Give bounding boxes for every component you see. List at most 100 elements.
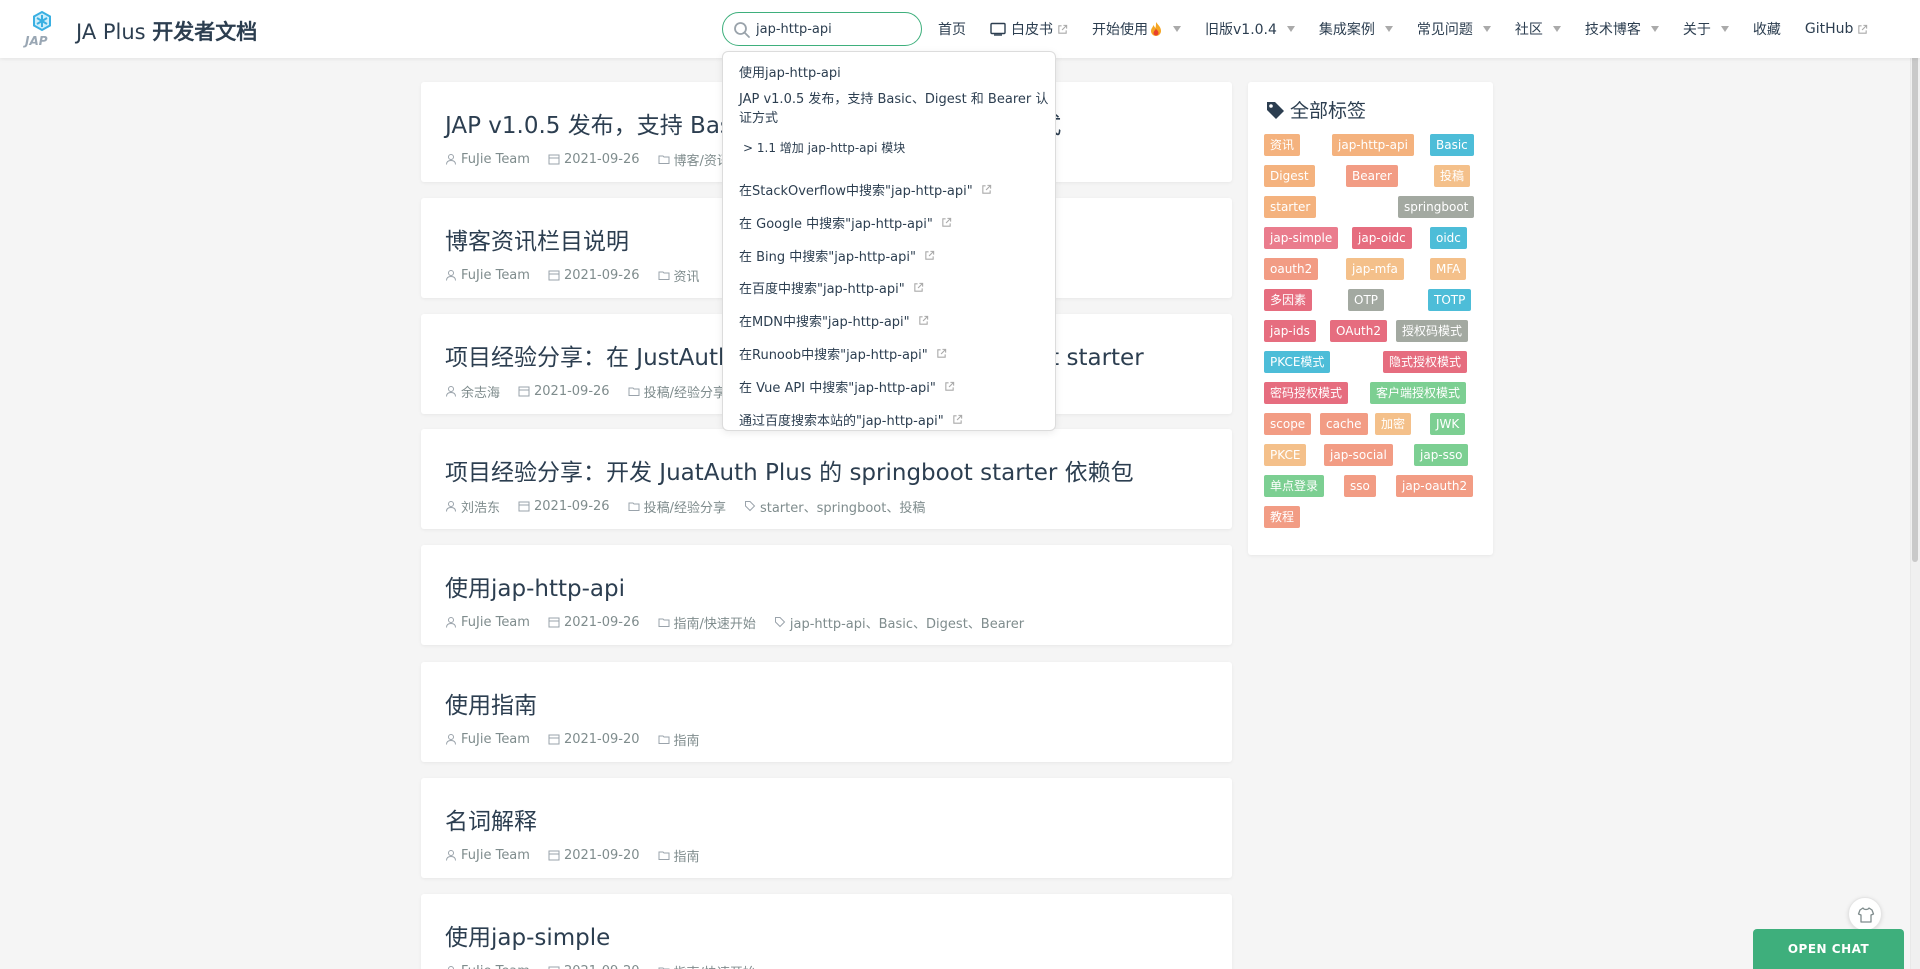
- nav-item[interactable]: 首页: [938, 19, 966, 39]
- tag-chip[interactable]: jap-social: [1324, 444, 1393, 466]
- tag-chip[interactable]: 多因素: [1264, 289, 1313, 311]
- site-logo[interactable]: JAP: [22, 10, 62, 48]
- article-title[interactable]: 博客资讯栏目说明: [445, 222, 629, 256]
- article-author[interactable]: FuJie Team: [445, 268, 530, 283]
- article-category[interactable]: 投稿/经验分享: [628, 497, 726, 516]
- article-title[interactable]: 使用jap-http-api: [445, 569, 625, 603]
- search-input[interactable]: [756, 18, 916, 40]
- nav-item[interactable]: 收藏: [1753, 19, 1781, 39]
- tag-chip[interactable]: OTP: [1348, 289, 1385, 311]
- suggestion-page[interactable]: 使用jap-http-api: [739, 62, 841, 81]
- tag-chip[interactable]: oidc: [1430, 227, 1467, 249]
- tag-chip[interactable]: cache: [1320, 413, 1368, 435]
- tag-chip[interactable]: 资讯: [1264, 134, 1301, 156]
- svg-text:JAP: JAP: [23, 34, 48, 48]
- tag-chip[interactable]: jap-oauth2: [1396, 475, 1474, 497]
- article-tags[interactable]: jap-http-api、Basic、Digest、Bearer: [774, 613, 1024, 632]
- tag-chip[interactable]: JWK: [1430, 413, 1466, 435]
- nav-item[interactable]: 常见问题: [1417, 19, 1491, 39]
- theme-button[interactable]: [1848, 897, 1882, 931]
- tag-chip[interactable]: 隐式授权模式: [1383, 351, 1468, 373]
- article-category[interactable]: 指南/快速开始: [658, 613, 756, 632]
- tag-chip[interactable]: 授权码模式: [1396, 320, 1469, 342]
- category-text: 指南/快速开始: [673, 616, 756, 632]
- external-link-icon: [918, 316, 928, 325]
- nav-item[interactable]: 技术博客: [1585, 19, 1659, 39]
- tag-chip[interactable]: TOTP: [1428, 289, 1472, 311]
- nav-item[interactable]: 开始使用: [1092, 19, 1181, 39]
- tag-chip[interactable]: jap-http-api: [1332, 134, 1414, 156]
- tag-chip[interactable]: scope: [1264, 413, 1312, 435]
- tag-chip[interactable]: 单点登录: [1264, 475, 1325, 497]
- article-tags[interactable]: starter、springboot、投稿: [744, 497, 925, 516]
- external-search-link[interactable]: 在 Vue API 中搜索"jap-http-api": [739, 377, 955, 396]
- article-author[interactable]: FuJie Team: [445, 152, 530, 167]
- external-search-link[interactable]: 通过百度搜索本站的"jap-http-api": [739, 410, 963, 429]
- tags-text: jap-http-api、Basic、Digest、Bearer: [789, 616, 1025, 632]
- tag-chip[interactable]: 教程: [1264, 506, 1301, 528]
- article-category[interactable]: 投稿/经验分享: [628, 382, 726, 401]
- nav-item-label: 技术博客: [1584, 22, 1641, 38]
- tag-chip[interactable]: MFA: [1430, 258, 1467, 280]
- article-category[interactable]: 指南/快速开始: [658, 962, 756, 969]
- tag-chip[interactable]: oauth2: [1264, 258, 1319, 280]
- search-box[interactable]: [722, 12, 922, 46]
- nav-item[interactable]: 关于: [1683, 19, 1729, 39]
- site-title[interactable]: JA Plus 开发者文档: [76, 16, 257, 46]
- external-search-link[interactable]: 在 Bing 中搜索"jap-http-api": [739, 246, 935, 265]
- article-title[interactable]: 使用jap-simple: [445, 918, 610, 952]
- tag-chip[interactable]: sso: [1344, 475, 1376, 497]
- shirt-icon: [1857, 907, 1875, 923]
- date-text: 2021-09-26: [563, 614, 640, 630]
- nav-item[interactable]: 集成案例: [1319, 19, 1393, 39]
- article-category[interactable]: 博客/资讯: [658, 150, 730, 169]
- scrollbar-thumb[interactable]: [1912, 2, 1918, 562]
- article-author[interactable]: FuJie Team: [445, 848, 530, 863]
- tag-chip[interactable]: PKCE: [1264, 444, 1307, 466]
- external-search-link[interactable]: 在MDN中搜索"jap-http-api": [739, 311, 929, 330]
- tag-chip[interactable]: 密码授权模式: [1264, 382, 1349, 404]
- article-author[interactable]: FuJie Team: [445, 964, 530, 969]
- article-title[interactable]: 项目经验分享：开发 JuatAuth Plus 的 springboot sta…: [445, 453, 1134, 487]
- external-search-link[interactable]: 在百度中搜索"jap-http-api": [739, 278, 924, 297]
- article-meta: FuJie Team 2021-09-26 资讯: [445, 266, 718, 285]
- tag-chip[interactable]: OAuth2: [1330, 320, 1387, 342]
- tag-chip[interactable]: springboot: [1398, 196, 1475, 218]
- tag-chip[interactable]: 客户端授权模式: [1370, 382, 1467, 404]
- tag-chip[interactable]: jap-oidc: [1352, 227, 1412, 249]
- article-author[interactable]: FuJie Team: [445, 732, 530, 747]
- tag-chip[interactable]: jap-ids: [1264, 320, 1316, 342]
- article-title[interactable]: 名词解释: [445, 802, 537, 836]
- nav-item[interactable]: 旧版v1.0.4: [1205, 19, 1295, 39]
- tag-chip[interactable]: starter: [1264, 196, 1317, 218]
- suggestion-page[interactable]: JAP v1.0.5 发布，支持 Basic、Digest 和 Bearer 认…: [739, 90, 1049, 128]
- article-author[interactable]: 刘浩东: [445, 497, 500, 516]
- tag-chip[interactable]: 投稿: [1434, 165, 1471, 187]
- tag-chip[interactable]: Basic: [1430, 134, 1474, 156]
- nav-item[interactable]: 白皮书: [990, 19, 1068, 39]
- category-text: 资讯: [673, 269, 700, 285]
- nav-item[interactable]: 社区: [1515, 19, 1561, 39]
- tag-chip[interactable]: jap-simple: [1264, 227, 1339, 249]
- tags-title: 全部标签: [1290, 100, 1367, 122]
- article-author[interactable]: 余志海: [445, 382, 500, 401]
- external-link-icon: [942, 217, 951, 227]
- tag-chip[interactable]: jap-mfa: [1346, 258, 1404, 280]
- tag-chip[interactable]: PKCE模式: [1264, 351, 1331, 373]
- article-category[interactable]: 资讯: [658, 266, 700, 285]
- external-search-link[interactable]: 在Runoob中搜索"jap-http-api": [739, 344, 947, 363]
- tag-chip[interactable]: Bearer: [1346, 165, 1398, 187]
- article-date: 2021-09-20: [548, 732, 640, 747]
- external-search-link[interactable]: 在StackOverflow中搜索"jap-http-api": [739, 180, 992, 199]
- article-author[interactable]: FuJie Team: [445, 615, 530, 630]
- open-chat-button[interactable]: OPEN CHAT: [1753, 929, 1904, 969]
- tag-chip[interactable]: 加密: [1375, 413, 1412, 435]
- article-title[interactable]: 使用指南: [445, 686, 537, 720]
- nav-item[interactable]: GitHub: [1805, 21, 1869, 37]
- tag-chip[interactable]: Digest: [1264, 165, 1315, 187]
- suggestion-heading[interactable]: > 1.1 增加 jap-http-api 模块: [743, 139, 905, 156]
- tag-chip[interactable]: jap-sso: [1414, 444, 1469, 466]
- external-search-link[interactable]: 在 Google 中搜索"jap-http-api": [739, 213, 952, 232]
- article-category[interactable]: 指南: [658, 846, 700, 865]
- article-category[interactable]: 指南: [658, 730, 700, 749]
